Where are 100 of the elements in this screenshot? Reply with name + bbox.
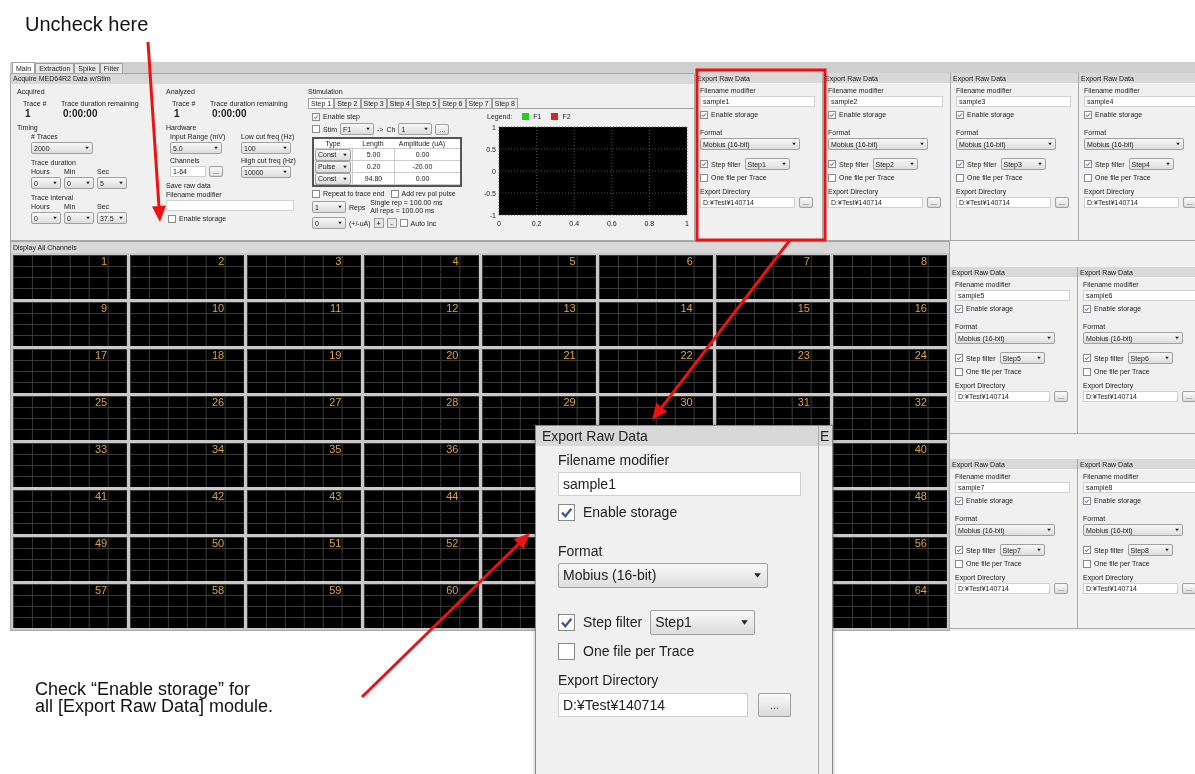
caret-icon xyxy=(1035,355,1042,361)
caret-icon xyxy=(84,145,90,151)
caret-icon xyxy=(365,126,371,132)
channel-number: 34 xyxy=(212,443,225,457)
checkbox[interactable] xyxy=(1084,160,1092,168)
checkbox[interactable] xyxy=(1083,546,1091,554)
caret-icon xyxy=(118,180,124,186)
checkbox[interactable] xyxy=(1084,110,1092,119)
checkbox[interactable] xyxy=(1083,496,1091,505)
checkbox[interactable] xyxy=(955,354,963,362)
caret-icon xyxy=(791,141,797,147)
caret-icon xyxy=(213,145,219,151)
channel-number: 17 xyxy=(94,349,108,363)
panel-title: Export Raw Data xyxy=(536,426,818,446)
label: Format xyxy=(558,543,603,559)
checkbox[interactable] xyxy=(955,559,963,568)
channel-number: 58 xyxy=(212,584,225,598)
channel-number: 44 xyxy=(446,490,459,504)
channel-number: 7 xyxy=(803,255,810,269)
directory-field[interactable]: D:¥Test¥140714 xyxy=(558,693,748,717)
channel-number: 6 xyxy=(686,255,693,269)
channel-number: 3 xyxy=(335,255,342,269)
value-text: 0:00:00 xyxy=(211,108,248,120)
channel-number: 16 xyxy=(914,302,927,316)
channel-number: 41 xyxy=(94,490,108,504)
dropdown[interactable]: Mobius (16-bit) xyxy=(558,563,768,588)
channel-number: 31 xyxy=(797,396,810,410)
channel-number: 33 xyxy=(94,443,108,457)
channel-number: 21 xyxy=(563,349,576,363)
label: Filename modifier xyxy=(558,452,671,469)
caret-icon xyxy=(337,204,343,210)
checkbox[interactable] xyxy=(558,614,575,631)
dropdown[interactable]: Step1 xyxy=(650,610,756,635)
checkbox[interactable] xyxy=(700,110,708,119)
annotation-text: Check “Enable storage” for xyxy=(35,681,251,698)
checkbox[interactable] xyxy=(390,189,399,198)
caret-icon xyxy=(282,145,288,151)
checkbox[interactable] xyxy=(956,173,964,182)
channel-number: 18 xyxy=(212,349,225,363)
checkbox[interactable] xyxy=(700,160,708,168)
filename-field[interactable] xyxy=(166,200,294,211)
checkbox[interactable] xyxy=(312,189,320,198)
checkbox[interactable] xyxy=(828,110,836,119)
channel-number: 52 xyxy=(446,537,459,551)
checkbox-label: Enable storage xyxy=(583,504,678,521)
checkbox[interactable] xyxy=(1083,559,1091,568)
checkbox[interactable] xyxy=(700,173,708,182)
caret-icon xyxy=(752,570,763,581)
caret-icon xyxy=(780,161,787,167)
caret-icon xyxy=(1035,547,1042,553)
checkbox[interactable] xyxy=(956,110,964,119)
checkbox[interactable] xyxy=(312,125,320,133)
checkbox[interactable] xyxy=(1083,304,1091,313)
checkbox[interactable] xyxy=(955,496,963,505)
checkbox[interactable] xyxy=(828,173,836,182)
caret-icon xyxy=(1036,161,1043,167)
channel-number: 56 xyxy=(914,537,927,551)
annotation-text: all [Export Raw Data] module. xyxy=(35,698,274,715)
caret-icon xyxy=(118,215,124,221)
checkbox[interactable] xyxy=(558,643,575,660)
channel-number: 28 xyxy=(446,396,459,410)
caret-icon xyxy=(739,617,751,628)
channel-number: 26 xyxy=(212,396,225,410)
channel-number: 57 xyxy=(94,584,108,598)
filename-field[interactable]: sample1 xyxy=(558,472,801,496)
label: Export Directory xyxy=(558,672,659,688)
checkbox[interactable] xyxy=(1083,367,1091,376)
channel-number: 35 xyxy=(329,443,342,457)
caret-icon xyxy=(337,220,343,226)
checkbox-label: One file per Trace xyxy=(583,643,695,660)
checkbox[interactable] xyxy=(955,367,963,376)
caret-icon xyxy=(85,180,91,186)
checkbox[interactable] xyxy=(955,546,963,554)
checkbox[interactable] xyxy=(399,219,408,227)
caret-icon xyxy=(1163,547,1170,553)
checkbox[interactable] xyxy=(1083,354,1091,362)
checkbox[interactable] xyxy=(558,504,575,521)
checkbox[interactable] xyxy=(312,112,320,121)
checkbox[interactable] xyxy=(956,160,964,168)
value-text: 1 xyxy=(173,108,181,120)
checkbox[interactable] xyxy=(1084,173,1092,182)
caret-icon xyxy=(1046,527,1052,533)
channel-number: 43 xyxy=(329,490,342,504)
caret-icon xyxy=(1047,141,1053,147)
channel-number: 5 xyxy=(569,255,576,269)
channel-number: 13 xyxy=(563,302,576,316)
checkbox[interactable] xyxy=(955,304,963,313)
channel-number: 22 xyxy=(680,349,693,363)
caret-icon xyxy=(423,126,430,132)
checkbox[interactable] xyxy=(828,160,836,168)
caret-icon xyxy=(919,141,925,147)
checkbox[interactable] xyxy=(168,214,176,223)
caret-icon xyxy=(52,215,58,221)
channel-number: 50 xyxy=(212,537,225,551)
caret-icon xyxy=(908,161,915,167)
channel-number: 9 xyxy=(101,302,108,316)
channel-number: 49 xyxy=(94,537,108,551)
browse-button[interactable]: ... xyxy=(758,693,791,717)
value-text: 0:00:00 xyxy=(62,108,99,120)
channel-number: 1 xyxy=(101,255,108,269)
